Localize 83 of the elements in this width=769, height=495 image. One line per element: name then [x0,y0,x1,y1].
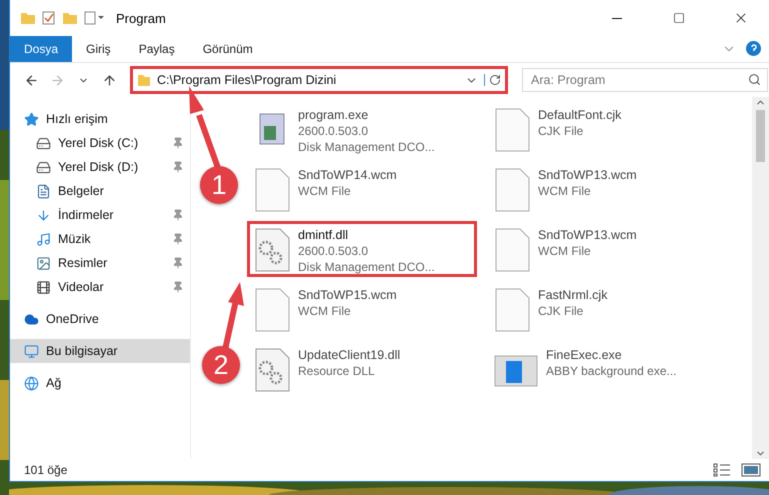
cloud-icon [24,312,39,326]
file-item[interactable]: DefaultFont.cjk CJK File [487,101,717,157]
sidebar-item[interactable]: OneDrive [10,307,190,331]
file-detail: WCM File [298,304,352,318]
globe-icon [24,376,39,390]
file-icon [494,288,530,332]
file-item[interactable]: UpdateClient19.dll Resource DLL [247,341,477,397]
properties-icon[interactable] [84,11,106,25]
file-item[interactable]: FastNrml.cjk CJK File [487,281,717,337]
file-icon [494,168,530,212]
download-icon [36,208,51,222]
folder-icon [137,73,151,87]
image-icon [36,256,51,270]
file-name: SndToWP13.wcm [538,228,637,242]
details-view-icon[interactable] [713,463,731,477]
file-name: SndToWP14.wcm [298,168,397,182]
search-icon[interactable] [748,73,761,86]
ribbon-tab[interactable]: Görünüm [188,36,267,62]
file-item[interactable]: dmintf.dll 2600.0.503.0 Disk Management DCO... [247,221,477,277]
sidebar-item[interactable]: Belgeler [10,179,190,203]
file-name: dmintf.dll [298,228,350,242]
folder-icon [20,11,36,25]
file-detail: WCM File [538,184,592,198]
file-icon [494,108,530,152]
file-detail: 2600.0.503.0 [298,124,370,138]
sidebar-item[interactable]: Ağ [10,371,190,395]
item-count: 101 öğe [24,463,68,477]
file-icon [254,288,290,332]
file-detail: Disk Management DCO... [298,140,435,154]
file-detail: WCM File [298,184,352,198]
sidebar-item[interactable]: Resimler [10,251,190,275]
sidebar-item[interactable]: Videolar [10,275,190,299]
file-name: SndToWP15.wcm [298,288,397,302]
file-detail: CJK File [538,304,584,318]
scrollbar[interactable] [752,97,769,459]
monitor-icon [24,344,39,358]
file-detail: Resource DLL [298,364,376,378]
file-item[interactable]: SndToWP13.wcm WCM File [487,221,717,277]
address-bar[interactable]: C:\Program Files\Program Dizini [130,66,508,94]
sidebar-item[interactable]: İndirmeler [10,203,190,227]
file-item[interactable]: FineExec.exe ABBY background exe... [487,341,717,397]
file-icon [494,228,530,272]
file-item[interactable]: SndToWP13.wcm WCM File [487,161,717,217]
forward-arrow-icon [50,72,64,88]
sidebar-item[interactable]: Hızlı erişim [10,107,190,131]
ribbon-tab[interactable]: Giriş [72,36,125,62]
file-name: SndToWP13.wcm [538,168,637,182]
checklist-icon[interactable] [42,11,56,25]
file-name: DefaultFont.cjk [538,108,622,122]
maximize-icon [673,12,685,24]
file-name: UpdateClient19.dll [298,348,400,362]
ribbon-tab[interactable]: Dosya [10,36,72,62]
large-icons-view-icon[interactable] [741,463,761,477]
file-detail: Disk Management DCO... [298,260,435,274]
drive-icon [36,160,51,174]
film-icon [36,280,51,294]
file-detail: 2600.0.503.0 [298,244,370,258]
sidebar-item[interactable]: Yerel Disk (C:) [10,131,190,155]
file-item[interactable]: program.exe 2600.0.503.0 Disk Management DCO... [247,101,477,157]
sidebar-item[interactable]: Bu bilgisayar [10,339,190,363]
scroll-thumb[interactable] [756,110,765,162]
file-detail: WCM File [538,244,592,258]
sidebar-item[interactable]: Yerel Disk (D:) [10,155,190,179]
gears-file-icon [254,228,290,272]
drive-icon [36,136,51,150]
file-name: FineExec.exe [546,348,623,362]
file-item[interactable]: SndToWP15.wcm WCM File [247,281,477,337]
file-icon [254,168,290,212]
ribbon-tab[interactable]: Paylaş [124,36,189,62]
file-detail: CJK File [538,124,584,138]
help-icon[interactable] [746,41,761,56]
sidebar-item[interactable]: Müzik [10,227,190,251]
file-name: program.exe [298,108,370,122]
star-icon [24,112,39,126]
address-path: C:\Program Files\Program Dizini [157,73,338,87]
gears-file-icon [254,348,290,392]
file-detail: ABBY background exe... [546,364,677,378]
music-icon [36,232,51,246]
file-item[interactable]: SndToWP14.wcm WCM File [247,161,477,217]
search-field[interactable]: Ara: Program [522,68,768,92]
document-icon [36,184,51,198]
window-title: Program [116,10,167,26]
file-name: FastNrml.cjk [538,288,608,302]
